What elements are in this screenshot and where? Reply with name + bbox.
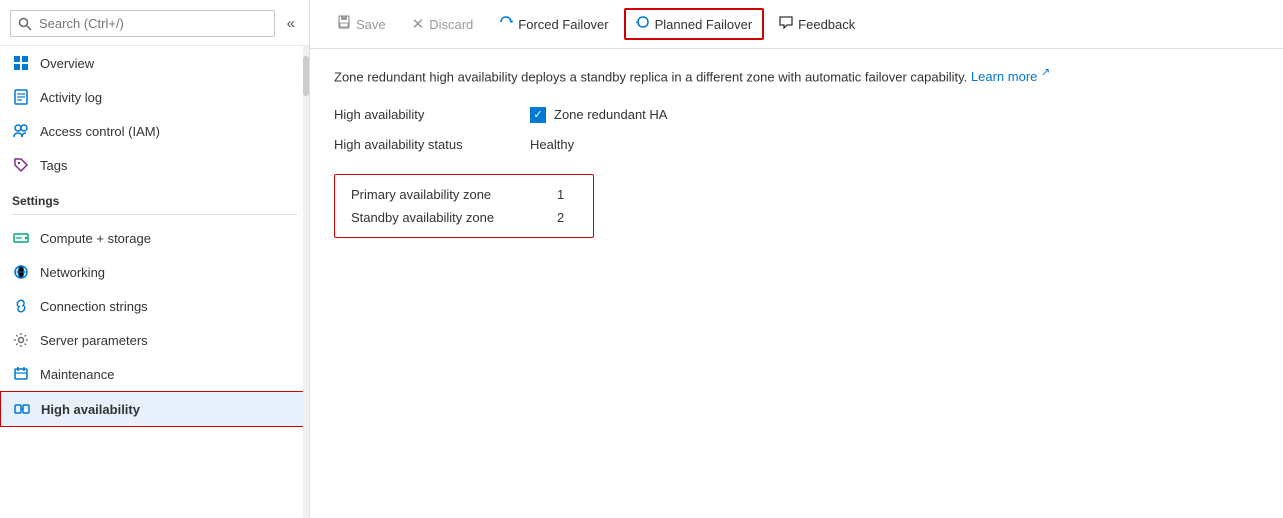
server-parameters-icon: [12, 331, 30, 349]
sidebar-item-compute-storage[interactable]: Compute + storage: [0, 221, 309, 255]
sidebar-item-label: Connection strings: [40, 299, 148, 314]
sidebar-item-maintenance[interactable]: Maintenance: [0, 357, 309, 391]
feedback-button[interactable]: Feedback: [768, 9, 866, 39]
sidebar-item-label: Overview: [40, 56, 94, 71]
high-availability-field-row: High availability ✓ Zone redundant HA: [334, 107, 1259, 123]
activity-log-icon: [12, 88, 30, 106]
high-availability-label: High availability: [334, 107, 514, 122]
sidebar-item-server-parameters[interactable]: Server parameters: [0, 323, 309, 357]
forced-failover-label: Forced Failover: [518, 17, 608, 32]
connection-strings-icon: [12, 297, 30, 315]
save-icon: [337, 15, 351, 33]
sidebar: « Overview Activity log: [0, 0, 310, 518]
feedback-label: Feedback: [798, 17, 855, 32]
high-availability-value: ✓ Zone redundant HA: [530, 107, 667, 123]
feedback-icon: [779, 15, 793, 33]
zone-box: Primary availability zone 1 Standby avai…: [334, 174, 594, 238]
standby-zone-label: Standby availability zone: [351, 210, 541, 225]
sidebar-item-label: Access control (IAM): [40, 124, 160, 139]
planned-failover-button[interactable]: Planned Failover: [624, 8, 765, 40]
primary-zone-row: Primary availability zone 1: [351, 187, 577, 202]
sidebar-item-label: High availability: [41, 402, 140, 417]
sidebar-nav: Overview Activity log Access control (IA…: [0, 46, 309, 427]
save-label: Save: [356, 17, 386, 32]
primary-zone-value: 1: [557, 187, 564, 202]
ha-checkbox[interactable]: ✓: [530, 107, 546, 123]
planned-failover-icon: [636, 15, 650, 33]
sidebar-item-label: Tags: [40, 158, 67, 173]
high-availability-icon: [13, 400, 31, 418]
collapse-button[interactable]: «: [283, 13, 299, 34]
sidebar-item-tags[interactable]: Tags: [0, 148, 309, 182]
maintenance-icon: [12, 365, 30, 383]
tags-icon: [12, 156, 30, 174]
search-input[interactable]: [10, 10, 275, 37]
discard-label: Discard: [429, 17, 473, 32]
info-text: Zone redundant high availability deploys…: [334, 65, 1259, 87]
ha-value-text: Zone redundant HA: [554, 107, 667, 122]
overview-icon: [12, 54, 30, 72]
save-button[interactable]: Save: [326, 9, 397, 39]
sidebar-item-activity-log[interactable]: Activity log: [0, 80, 309, 114]
search-bar: «: [0, 0, 309, 46]
main-content: Save ✕ Discard Forced Failover Planned F…: [310, 0, 1283, 518]
sidebar-item-label: Server parameters: [40, 333, 148, 348]
compute-storage-icon: [12, 229, 30, 247]
sidebar-item-networking[interactable]: Networking: [0, 255, 309, 289]
access-control-icon: [12, 122, 30, 140]
standby-zone-value: 2: [557, 210, 564, 225]
settings-section-label: Settings: [0, 182, 309, 212]
toolbar: Save ✕ Discard Forced Failover Planned F…: [310, 0, 1283, 49]
forced-failover-button[interactable]: Forced Failover: [488, 9, 619, 39]
sidebar-item-label: Networking: [40, 265, 105, 280]
sidebar-item-label: Maintenance: [40, 367, 114, 382]
sidebar-item-label: Activity log: [40, 90, 102, 105]
sidebar-item-connection-strings[interactable]: Connection strings: [0, 289, 309, 323]
primary-zone-label: Primary availability zone: [351, 187, 541, 202]
discard-button[interactable]: ✕ Discard: [401, 9, 485, 39]
discard-icon: ✕: [412, 15, 425, 33]
settings-divider: [12, 214, 297, 215]
sidebar-item-high-availability[interactable]: High availability: [0, 391, 309, 427]
content-area: Zone redundant high availability deploys…: [310, 49, 1283, 518]
ha-status-label: High availability status: [334, 137, 514, 152]
networking-icon: [12, 263, 30, 281]
sidebar-item-overview[interactable]: Overview: [0, 46, 309, 80]
sidebar-item-access-control[interactable]: Access control (IAM): [0, 114, 309, 148]
forced-failover-icon: [499, 15, 513, 33]
planned-failover-label: Planned Failover: [655, 17, 753, 32]
ha-status-field-row: High availability status Healthy: [334, 137, 1259, 152]
sidebar-item-label: Compute + storage: [40, 231, 151, 246]
standby-zone-row: Standby availability zone 2: [351, 210, 577, 225]
learn-more-link[interactable]: Learn more ↗: [971, 69, 1050, 84]
ha-status-value: Healthy: [530, 137, 574, 152]
